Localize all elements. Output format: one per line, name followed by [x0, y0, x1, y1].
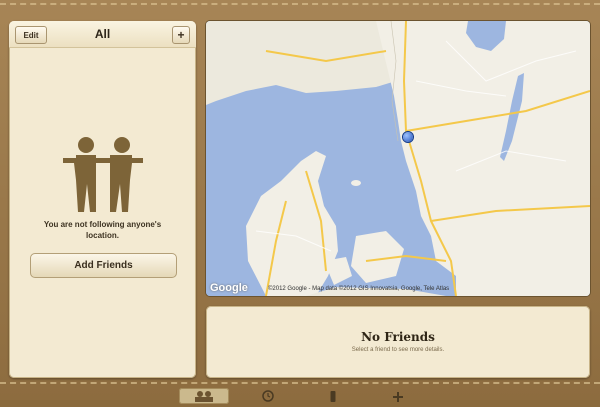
map-graphic	[206, 21, 590, 296]
add-friends-button[interactable]: Add Friends	[30, 253, 177, 278]
friend-details-panel: No Friends Select a friend to see more d…	[206, 306, 590, 378]
bottom-stitching	[0, 382, 600, 384]
bottom-toolbar	[0, 386, 600, 404]
google-logo[interactable]: Google	[210, 282, 248, 294]
friends-list-header: Edit All +	[9, 21, 196, 48]
friends-list-panel: Edit All + You are not following anyone'…	[9, 21, 196, 378]
top-stitching	[0, 3, 600, 5]
friends-icon	[63, 137, 143, 212]
map-view[interactable]: Google ©2012 Google - Map data ©2012 GIS…	[206, 21, 590, 296]
toolbar-friends-button[interactable]	[179, 388, 229, 404]
add-button[interactable]: +	[172, 26, 190, 44]
empty-state-message: You are not following anyone's location.	[43, 220, 162, 240]
map-attribution: ©2012 Google - Map data ©2012 GIS Innova…	[268, 286, 450, 292]
location-pin-icon[interactable]	[403, 132, 413, 142]
no-friends-subtitle: Select a friend to see more details.	[351, 347, 445, 353]
no-friends-title: No Friends	[361, 330, 435, 344]
friends-list-title: All	[94, 27, 111, 41]
